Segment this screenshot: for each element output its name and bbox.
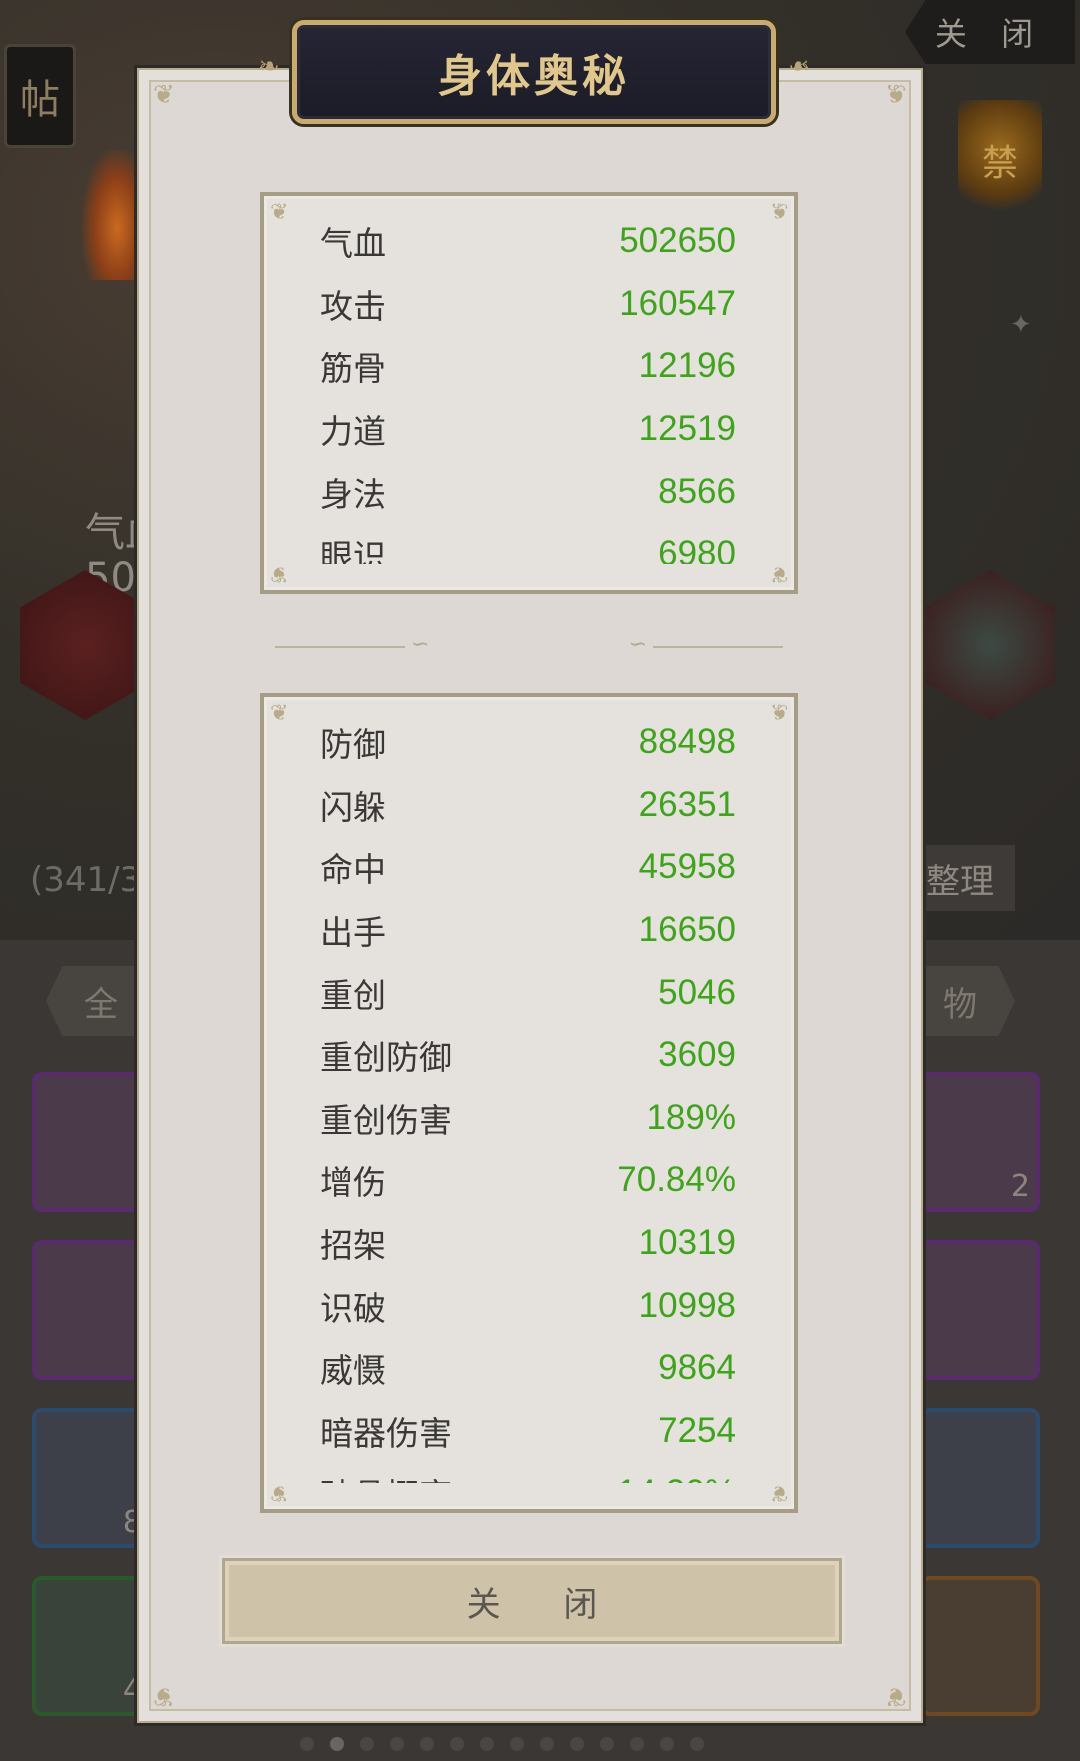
corner-ornament-icon: ❦ xyxy=(153,1681,175,1711)
base-stats-panel: ❦ ❦ ❦ ❦ 气血 502650 攻击 160547 筋骨 12196 力道 1251… xyxy=(260,192,798,594)
stat-label: 力道 xyxy=(320,412,386,452)
plaque-wing-icon: ❧ xyxy=(788,52,810,82)
dialog-title: 身体奥秘 xyxy=(438,51,630,102)
stat-value: 45958 xyxy=(638,847,736,887)
inventory-slot: 2 xyxy=(920,1072,1040,1212)
stat-row: 气血 502650 xyxy=(320,210,736,273)
inventory-slot: 4 xyxy=(32,1576,152,1716)
corner-ornament-icon: ❦ xyxy=(270,1480,289,1505)
stat-list: 防御 88498 闪躲 26351 命中 45958 出手 16650 重创 5046 重… xyxy=(320,711,736,1483)
corner-ornament-icon: ❦ xyxy=(885,80,907,110)
stat-value: 16650 xyxy=(638,910,736,950)
stat-row: 招架 10319 xyxy=(320,1212,736,1275)
corner-ornament-icon: ❦ xyxy=(769,1480,788,1505)
inventory-slot xyxy=(920,1576,1040,1716)
stat-value: 6980 xyxy=(658,534,736,564)
close-button[interactable]: 关 闭 xyxy=(222,1558,842,1644)
stat-label: 出手 xyxy=(320,913,386,953)
stat-label: 气血 xyxy=(320,224,386,264)
lantern-icon: 禁 xyxy=(958,100,1042,220)
corner-ornament-icon: ❦ xyxy=(270,200,289,225)
stat-label: 重创伤害 xyxy=(320,1100,452,1140)
combat-stats-panel[interactable]: ❦ ❦ ❦ ❦ 防御 88498 闪躲 26351 命中 45958 出手 16650 … xyxy=(260,693,798,1513)
stat-label: 暗器伤害 xyxy=(320,1413,452,1453)
divider-ornament-icon: ∽ xyxy=(628,632,647,657)
corner-ornament-icon: ❦ xyxy=(270,701,289,726)
stat-row: 力道 12519 xyxy=(320,398,736,461)
corner-ornament-icon: ❦ xyxy=(769,561,788,586)
corner-ornament-icon: ❦ xyxy=(769,701,788,726)
stat-value: 8566 xyxy=(658,471,736,511)
stat-row: 重创防御 3609 xyxy=(320,1024,736,1087)
corner-ornament-icon: ❦ xyxy=(885,1681,907,1711)
stat-label: 重创 xyxy=(320,975,386,1015)
page-indicator xyxy=(300,1737,780,1755)
stat-row: 身法 8566 xyxy=(320,460,736,523)
stat-value: 5046 xyxy=(658,972,736,1012)
stat-row: 眼识 6980 xyxy=(320,523,736,564)
stat-label: 威慑 xyxy=(320,1351,386,1391)
stat-value: 14.30% xyxy=(617,1473,736,1483)
corner-ornament-icon: ❦ xyxy=(769,200,788,225)
divider-ornament-icon: ∽ xyxy=(411,632,430,657)
stat-label: 攻击 xyxy=(320,286,386,326)
corner-ornament-icon: ❦ xyxy=(270,561,289,586)
stat-label: 闪躲 xyxy=(320,787,386,827)
plaque-wing-icon: ❧ xyxy=(258,52,280,82)
stat-label: 增伤 xyxy=(320,1163,386,1203)
stat-value: 3609 xyxy=(658,1035,736,1075)
close-button-label: 关 闭 xyxy=(466,1584,624,1625)
background-close-button: 关 闭 xyxy=(905,0,1075,64)
invitation-icon: 帖 xyxy=(4,44,76,148)
inventory-slot: 8 xyxy=(32,1408,152,1548)
stat-row: 破骨概率 14.30% xyxy=(320,1462,736,1483)
stat-value: 12196 xyxy=(638,346,736,386)
corner-ornament-icon: ❦ xyxy=(153,80,175,110)
stat-value: 10998 xyxy=(638,1285,736,1325)
stat-value: 70.84% xyxy=(617,1160,736,1200)
stat-label: 眼识 xyxy=(320,537,386,564)
stat-label: 命中 xyxy=(320,850,386,890)
stat-row: 威慑 9864 xyxy=(320,1337,736,1400)
stat-value: 26351 xyxy=(638,784,736,824)
stat-label: 身法 xyxy=(320,474,386,514)
stat-value: 7254 xyxy=(658,1410,736,1450)
stat-label: 重创防御 xyxy=(320,1038,452,1078)
stat-label: 防御 xyxy=(320,725,386,765)
stat-row: 重创伤害 189% xyxy=(320,1087,736,1150)
stat-value: 10319 xyxy=(638,1223,736,1263)
sparkle-icon: ✦ xyxy=(1010,310,1032,340)
stat-label: 破骨概率 xyxy=(320,1469,452,1483)
stat-row: 重创 5046 xyxy=(320,961,736,1024)
inventory-slot xyxy=(920,1240,1040,1380)
stat-value: 502650 xyxy=(619,221,736,261)
slot-quantity: 2 xyxy=(1010,1169,1030,1204)
stat-row: 筋骨 12196 xyxy=(320,335,736,398)
stat-row: 识破 10998 xyxy=(320,1274,736,1337)
stat-label: 招架 xyxy=(320,1226,386,1266)
section-divider: ∽ ∽ xyxy=(275,632,783,658)
stat-row: 出手 16650 xyxy=(320,899,736,962)
stat-label: 识破 xyxy=(320,1288,386,1328)
stat-list: 气血 502650 攻击 160547 筋骨 12196 力道 12519 身法 8566… xyxy=(320,210,736,564)
stat-value: 9864 xyxy=(658,1348,736,1388)
stat-row: 攻击 160547 xyxy=(320,273,736,336)
dialog-title-plaque: 身体奥秘 xyxy=(292,20,776,124)
stat-row: 命中 45958 xyxy=(320,836,736,899)
inventory-slot xyxy=(32,1072,152,1212)
stat-row: 暗器伤害 7254 xyxy=(320,1400,736,1463)
stat-value: 189% xyxy=(646,1097,736,1137)
stat-row: 防御 88498 xyxy=(320,711,736,774)
stat-value: 12519 xyxy=(638,409,736,449)
inventory-slot xyxy=(32,1240,152,1380)
stat-value: 160547 xyxy=(619,283,736,323)
stat-label: 筋骨 xyxy=(320,349,386,389)
stat-row: 闪躲 26351 xyxy=(320,774,736,837)
stat-value: 88498 xyxy=(638,722,736,762)
inventory-slot xyxy=(920,1408,1040,1548)
stat-row: 增伤 70.84% xyxy=(320,1149,736,1212)
